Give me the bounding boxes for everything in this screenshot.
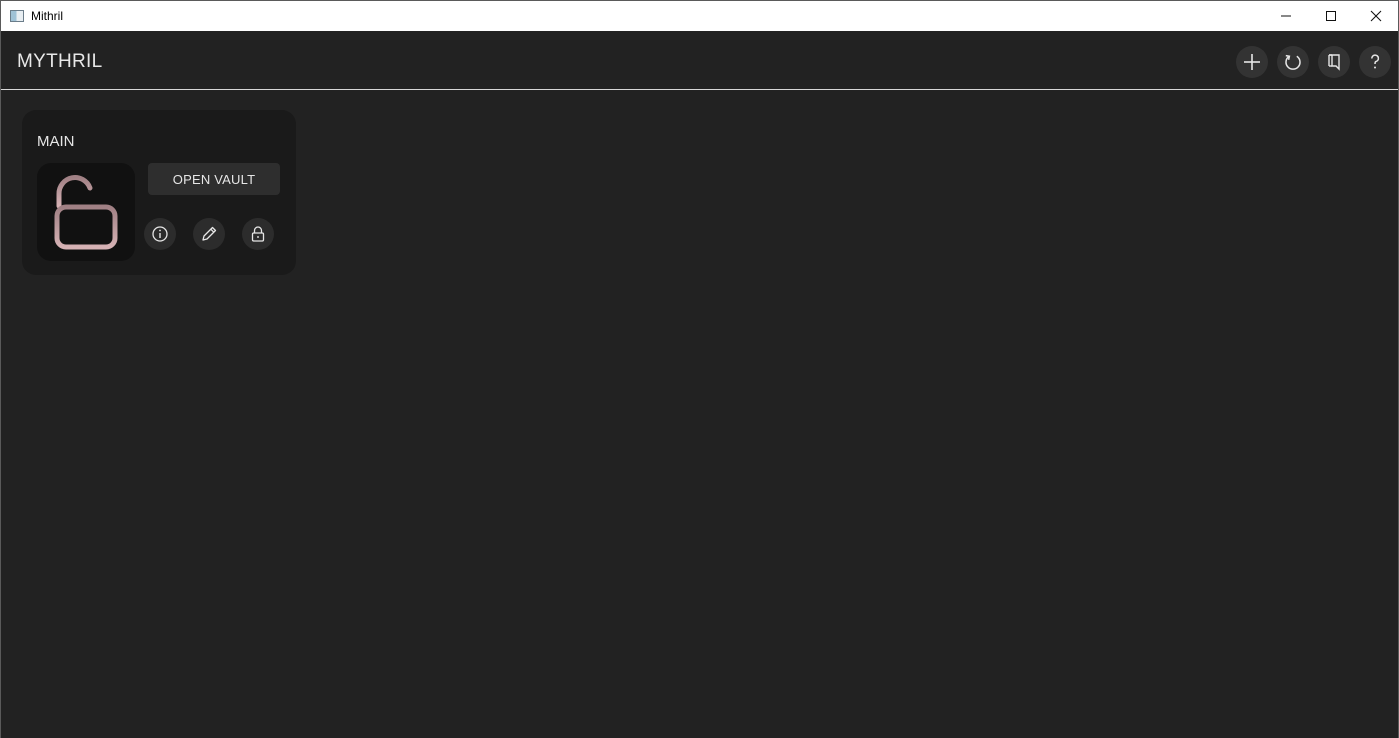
window-controls: [1263, 1, 1398, 31]
close-icon: [1370, 10, 1381, 22]
maximize-button[interactable]: [1308, 1, 1353, 31]
app-header: MYTHRIL: [1, 31, 1398, 90]
unlocked-padlock-icon: [54, 175, 118, 250]
plus-icon: [1244, 54, 1260, 70]
window-title: Mithril: [31, 9, 63, 23]
pencil-icon: [202, 226, 217, 241]
minimize-icon: [1280, 15, 1291, 17]
refresh-icon: [1285, 54, 1301, 70]
lock-icon: [251, 226, 265, 242]
open-vault-button[interactable]: OPEN VAULT: [148, 163, 280, 195]
minimize-button[interactable]: [1263, 1, 1308, 31]
vault-info-button[interactable]: [144, 218, 176, 250]
vault-list: MAIN OPEN VAULT: [1, 91, 1398, 738]
add-vault-button[interactable]: [1236, 46, 1268, 78]
vault-edit-button[interactable]: [193, 218, 225, 250]
vault-name: MAIN: [37, 133, 75, 150]
vault-status-tile: [37, 163, 135, 261]
help-button[interactable]: [1359, 46, 1391, 78]
maximize-icon: [1325, 11, 1336, 21]
bookmark-button[interactable]: [1318, 46, 1350, 78]
title-bar: Mithril: [1, 1, 1398, 31]
close-button[interactable]: [1353, 1, 1398, 31]
app-window: Mithril MYTHRIL MAIN OPEN VAULT: [0, 0, 1399, 738]
vault-card: MAIN OPEN VAULT: [22, 110, 296, 275]
vault-lock-button[interactable]: [242, 218, 274, 250]
header-actions: [1236, 46, 1391, 78]
app-title: MYTHRIL: [17, 51, 103, 72]
app-icon: [10, 10, 24, 22]
question-icon: [1371, 54, 1380, 69]
refresh-button[interactable]: [1277, 46, 1309, 78]
vault-actions: [144, 218, 274, 250]
info-icon: [152, 226, 168, 242]
bookmark-icon: [1328, 54, 1340, 71]
